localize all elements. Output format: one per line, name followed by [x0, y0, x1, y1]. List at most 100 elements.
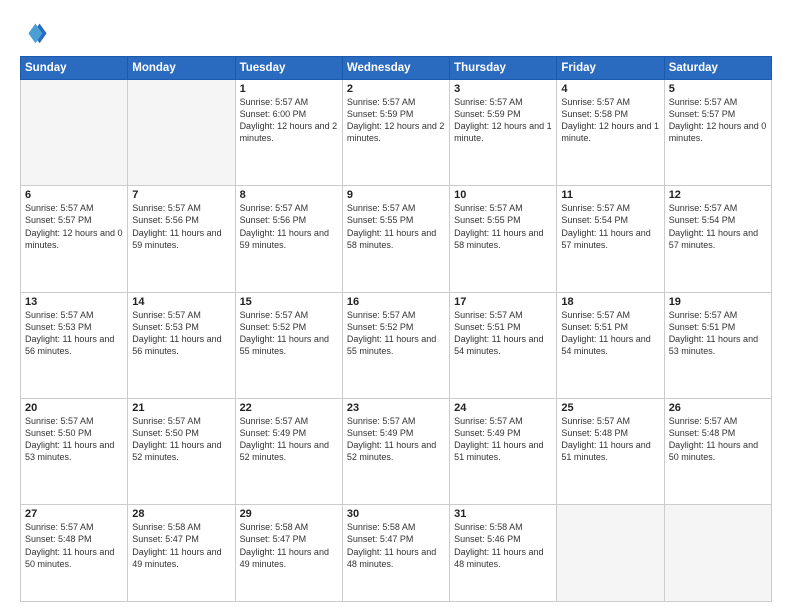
- day-number: 24: [454, 402, 552, 414]
- calendar-day-cell: 13Sunrise: 5:57 AMSunset: 5:53 PMDayligh…: [21, 292, 128, 398]
- calendar-day-cell: [664, 505, 771, 602]
- day-info: Sunrise: 5:58 AMSunset: 5:47 PMDaylight:…: [132, 521, 230, 570]
- day-number: 9: [347, 189, 445, 201]
- day-number: 5: [669, 83, 767, 95]
- calendar-day-cell: 1Sunrise: 5:57 AMSunset: 6:00 PMDaylight…: [235, 80, 342, 186]
- calendar-day-cell: 31Sunrise: 5:58 AMSunset: 5:46 PMDayligh…: [450, 505, 557, 602]
- day-number: 17: [454, 296, 552, 308]
- calendar-day-cell: [128, 80, 235, 186]
- calendar-day-cell: 28Sunrise: 5:58 AMSunset: 5:47 PMDayligh…: [128, 505, 235, 602]
- day-number: 28: [132, 508, 230, 520]
- day-info: Sunrise: 5:57 AMSunset: 5:49 PMDaylight:…: [454, 415, 552, 464]
- day-of-week-header: Saturday: [664, 57, 771, 80]
- calendar-day-cell: 16Sunrise: 5:57 AMSunset: 5:52 PMDayligh…: [342, 292, 449, 398]
- day-number: 15: [240, 296, 338, 308]
- calendar-week-row: 1Sunrise: 5:57 AMSunset: 6:00 PMDaylight…: [21, 80, 772, 186]
- calendar-day-cell: 20Sunrise: 5:57 AMSunset: 5:50 PMDayligh…: [21, 398, 128, 504]
- day-number: 2: [347, 83, 445, 95]
- calendar-week-row: 20 Sunrise: 5:57 AMSunset: 5:50 PMDayligh…: [21, 398, 772, 504]
- calendar-day-cell: 23Sunrise: 5:57 AMSunset: 5:49 PMDayligh…: [342, 398, 449, 504]
- calendar-day-cell: 11Sunrise: 5:57 AMSunset: 5:54 PMDayligh…: [557, 186, 664, 292]
- page: SundayMondayTuesdayWednesdayThursdayFrid…: [0, 0, 792, 612]
- calendar-day-cell: 2Sunrise: 5:57 AMSunset: 5:59 PMDaylight…: [342, 80, 449, 186]
- day-info: Sunrise: 5:58 AMSunset: 5:46 PMDaylight:…: [454, 521, 552, 570]
- calendar-day-cell: 25Sunrise: 5:57 AMSunset: 5:48 PMDayligh…: [557, 398, 664, 504]
- day-number: 12: [669, 189, 767, 201]
- day-info: Sunrise: 5:57 AMSunset: 5:56 PMDaylight:…: [240, 202, 338, 251]
- calendar-day-cell: [557, 505, 664, 602]
- header: [20, 18, 772, 46]
- day-number: 22: [240, 402, 338, 414]
- logo: [20, 18, 52, 46]
- day-number: 6: [25, 189, 123, 201]
- day-number: 8: [240, 189, 338, 201]
- calendar-day-cell: 8Sunrise: 5:57 AMSunset: 5:56 PMDaylight…: [235, 186, 342, 292]
- day-number: 30: [347, 508, 445, 520]
- day-info: Sunrise: 5:57 AMSunset: 5:49 PMDaylight:…: [347, 415, 445, 464]
- day-number: 1: [240, 83, 338, 95]
- calendar-day-cell: 18Sunrise: 5:57 AMSunset: 5:51 PMDayligh…: [557, 292, 664, 398]
- day-number: 18: [561, 296, 659, 308]
- calendar-week-row: 27Sunrise: 5:57 AMSunset: 5:48 PMDayligh…: [21, 505, 772, 602]
- calendar-table: SundayMondayTuesdayWednesdayThursdayFrid…: [20, 56, 772, 602]
- day-info: Sunrise: 5:57 AMSunset: 5:52 PMDaylight:…: [347, 309, 445, 358]
- calendar-day-cell: 21Sunrise: 5:57 AMSunset: 5:50 PMDayligh…: [128, 398, 235, 504]
- day-info: Sunrise: 5:58 AMSunset: 5:47 PMDaylight:…: [240, 521, 338, 570]
- calendar-day-cell: 17Sunrise: 5:57 AMSunset: 5:51 PMDayligh…: [450, 292, 557, 398]
- calendar-day-cell: 24Sunrise: 5:57 AMSunset: 5:49 PMDayligh…: [450, 398, 557, 504]
- day-number: 20: [25, 402, 123, 414]
- day-info: Sunrise: 5:57 AMSunset: 5:51 PMDaylight:…: [561, 309, 659, 358]
- calendar-week-row: 6Sunrise: 5:57 AMSunset: 5:57 PMDaylight…: [21, 186, 772, 292]
- calendar-day-cell: 14Sunrise: 5:57 AMSunset: 5:53 PMDayligh…: [128, 292, 235, 398]
- day-info: Sunrise: 5:57 AMSunset: 5:54 PMDaylight:…: [669, 202, 767, 251]
- day-info: Sunrise: 5:57 AMSunset: 5:50 PMDaylight:…: [132, 415, 230, 464]
- day-info: Sunrise: 5:57 AMSunset: 5:57 PMDaylight:…: [25, 202, 123, 251]
- calendar-day-cell: 4Sunrise: 5:57 AMSunset: 5:58 PMDaylight…: [557, 80, 664, 186]
- day-number: 27: [25, 508, 123, 520]
- day-info: Sunrise: 5:57 AMSunset: 5:56 PMDaylight:…: [132, 202, 230, 251]
- day-info: Sunrise: 5:57 AMSunset: 5:48 PMDaylight:…: [561, 415, 659, 464]
- calendar-day-cell: 19Sunrise: 5:57 AMSunset: 5:51 PMDayligh…: [664, 292, 771, 398]
- day-number: 7: [132, 189, 230, 201]
- day-number: 11: [561, 189, 659, 201]
- day-number: 21: [132, 402, 230, 414]
- day-info: Sunrise: 5:57 AMSunset: 5:51 PMDaylight:…: [669, 309, 767, 358]
- day-of-week-header: Tuesday: [235, 57, 342, 80]
- day-of-week-header: Friday: [557, 57, 664, 80]
- day-info: Sunrise: 5:57 AMSunset: 5:57 PMDaylight:…: [669, 96, 767, 145]
- calendar-day-cell: 5Sunrise: 5:57 AMSunset: 5:57 PMDaylight…: [664, 80, 771, 186]
- day-number: 3: [454, 83, 552, 95]
- day-number: 23: [347, 402, 445, 414]
- day-of-week-header: Thursday: [450, 57, 557, 80]
- calendar-header-row: SundayMondayTuesdayWednesdayThursdayFrid…: [21, 57, 772, 80]
- day-number: 29: [240, 508, 338, 520]
- day-info: Sunrise: 5:57 AMSunset: 5:55 PMDaylight:…: [347, 202, 445, 251]
- day-number: 25: [561, 402, 659, 414]
- calendar-day-cell: 26Sunrise: 5:57 AMSunset: 5:48 PMDayligh…: [664, 398, 771, 504]
- day-info: Sunrise: 5:57 AMSunset: 5:54 PMDaylight:…: [561, 202, 659, 251]
- day-number: 16: [347, 296, 445, 308]
- calendar-day-cell: 27Sunrise: 5:57 AMSunset: 5:48 PMDayligh…: [21, 505, 128, 602]
- calendar-day-cell: 15Sunrise: 5:57 AMSunset: 5:52 PMDayligh…: [235, 292, 342, 398]
- day-number: 13: [25, 296, 123, 308]
- logo-icon: [20, 18, 48, 46]
- day-info: Sunrise: 5:57 AMSunset: 5:59 PMDaylight:…: [347, 96, 445, 145]
- calendar-day-cell: [21, 80, 128, 186]
- day-info: Sunrise: 5:57 AMSunset: 5:49 PMDaylight:…: [240, 415, 338, 464]
- day-of-week-header: Sunday: [21, 57, 128, 80]
- day-number: 14: [132, 296, 230, 308]
- calendar-week-row: 13 Sunrise: 5:57 AMSunset: 5:53 PMDayligh…: [21, 292, 772, 398]
- calendar-day-cell: 30Sunrise: 5:58 AMSunset: 5:47 PMDayligh…: [342, 505, 449, 602]
- day-info: Sunrise: 5:57 AMSunset: 5:48 PMDaylight:…: [25, 521, 123, 570]
- day-info: Sunrise: 5:57 AMSunset: 5:53 PMDaylight:…: [132, 309, 230, 358]
- calendar-day-cell: 6Sunrise: 5:57 AMSunset: 5:57 PMDaylight…: [21, 186, 128, 292]
- calendar-day-cell: 3Sunrise: 5:57 AMSunset: 5:59 PMDaylight…: [450, 80, 557, 186]
- day-of-week-header: Wednesday: [342, 57, 449, 80]
- day-info: Sunrise: 5:57 AMSunset: 5:55 PMDaylight:…: [454, 202, 552, 251]
- calendar-day-cell: 7Sunrise: 5:57 AMSunset: 5:56 PMDaylight…: [128, 186, 235, 292]
- day-number: 4: [561, 83, 659, 95]
- day-info: Sunrise: 5:57 AMSunset: 5:51 PMDaylight:…: [454, 309, 552, 358]
- calendar-day-cell: 22Sunrise: 5:57 AMSunset: 5:49 PMDayligh…: [235, 398, 342, 504]
- day-number: 10: [454, 189, 552, 201]
- calendar-day-cell: 29Sunrise: 5:58 AMSunset: 5:47 PMDayligh…: [235, 505, 342, 602]
